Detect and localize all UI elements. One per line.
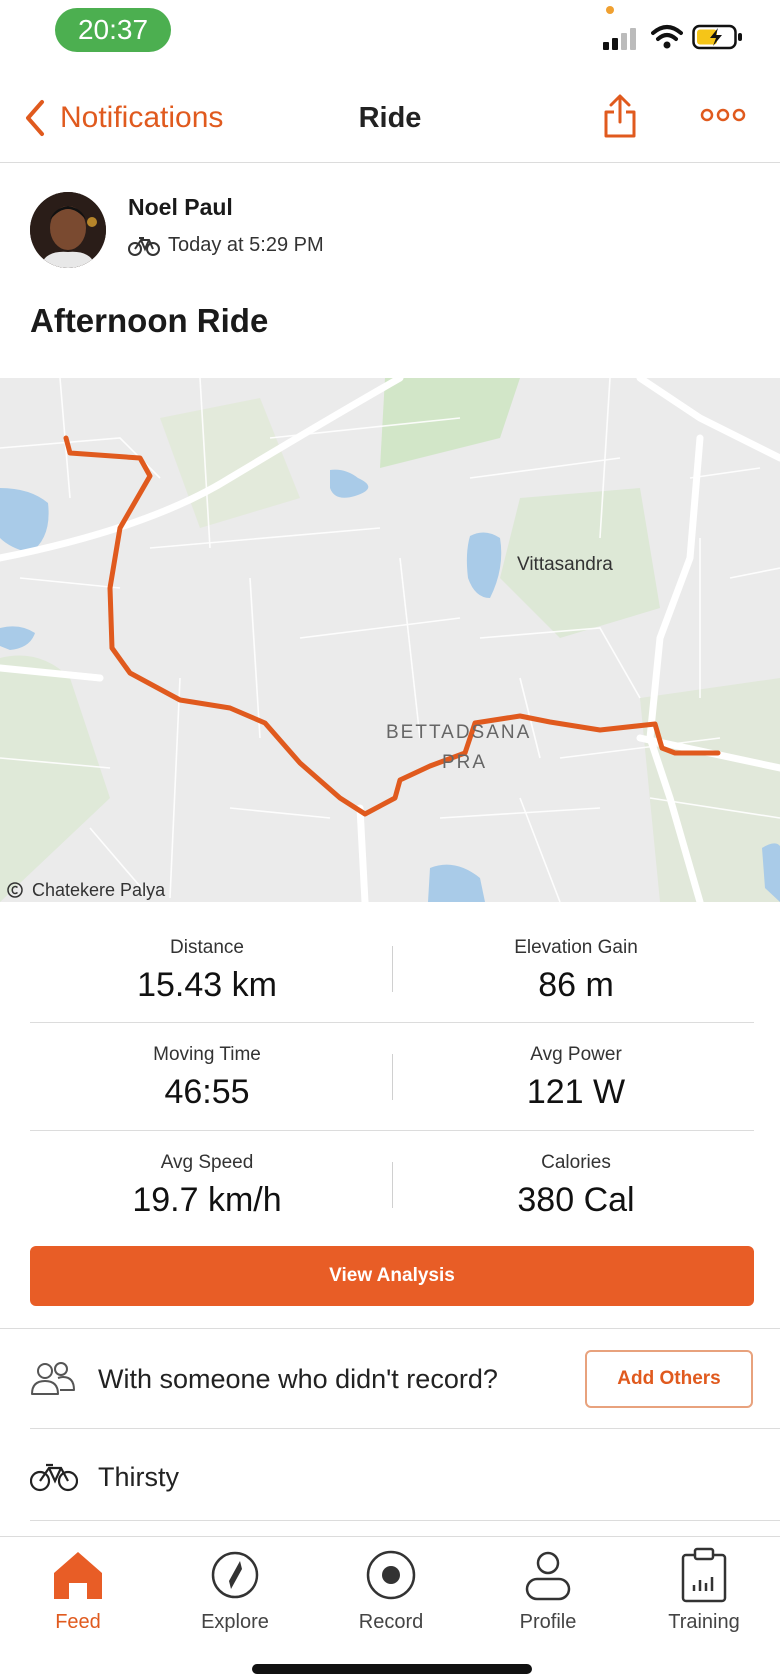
stat-divider (392, 1162, 393, 1208)
stat-label-distance: Distance (170, 937, 244, 958)
profile-icon (525, 1551, 571, 1601)
tab-label-training: Training (668, 1611, 740, 1633)
stat-divider (392, 1054, 393, 1100)
stat-label-calories: Calories (541, 1152, 611, 1173)
stat-value-distance: 15.43 km (137, 966, 277, 1004)
share-icon[interactable] (603, 94, 637, 138)
tab-training[interactable]: Training (626, 1537, 780, 1647)
stat-label-elevation: Elevation Gain (514, 937, 638, 958)
training-icon (681, 1547, 727, 1603)
map-label-vittasandra: Vittasandra (517, 554, 613, 575)
section-divider (30, 1428, 780, 1429)
stat-label-avg-power: Avg Power (530, 1044, 622, 1065)
page-title: Ride (358, 102, 422, 134)
compass-icon (211, 1551, 259, 1599)
map-canvas (0, 378, 780, 902)
stat-value-avg-speed: 19.7 km/h (132, 1181, 282, 1219)
view-analysis-button[interactable]: View Analysis (30, 1246, 754, 1306)
tab-explore[interactable]: Explore (157, 1537, 313, 1647)
tab-bar: Feed Explore Record Profile Training (0, 1536, 780, 1677)
stat-label-moving-time: Moving Time (153, 1044, 261, 1065)
privacy-indicator (606, 6, 614, 14)
athlete-name[interactable]: Noel Paul (128, 194, 233, 221)
section-divider (0, 1328, 780, 1329)
with-someone-text: With someone who didn't record? (98, 1364, 498, 1394)
activity-date: Today at 5:29 PM (128, 234, 324, 257)
tab-feed[interactable]: Feed (0, 1537, 156, 1647)
tab-record[interactable]: Record (313, 1537, 469, 1647)
stat-row-divider (30, 1130, 754, 1131)
more-options-icon[interactable] (700, 108, 746, 122)
home-icon (54, 1552, 102, 1599)
map-label-chatekere: Chatekere Palya (32, 880, 166, 900)
avatar[interactable] (30, 192, 106, 268)
home-indicator[interactable] (252, 1664, 532, 1674)
tab-profile[interactable]: Profile (470, 1537, 626, 1647)
activity-title: Afternoon Ride (30, 302, 269, 339)
stat-row-divider (30, 1022, 754, 1023)
stat-value-avg-power: 121 W (526, 1073, 626, 1111)
stat-divider (392, 946, 393, 992)
tab-label-record: Record (358, 1611, 424, 1633)
add-others-button[interactable]: Add Others (585, 1350, 753, 1408)
stat-label-avg-speed: Avg Speed (160, 1152, 254, 1173)
status-time: 20:37 (55, 8, 171, 52)
tab-label-explore: Explore (201, 1611, 269, 1633)
section-divider (30, 1520, 780, 1521)
record-icon (366, 1550, 416, 1600)
map-label-bettadasanapura-1: BETTAD​SANA (386, 722, 532, 743)
bike-icon (128, 236, 160, 256)
battery-icon (692, 24, 742, 50)
stat-value-elevation: 86 m (538, 966, 614, 1004)
copyright-icon[interactable] (6, 881, 24, 899)
tab-label-feed: Feed (55, 1611, 101, 1633)
map-label-bettadasanapura-2: P​RA (442, 752, 488, 773)
wifi-icon (651, 25, 683, 49)
route-map[interactable]: Vittasandra BETTAD​SANA P​RA Chatekere P… (0, 378, 780, 902)
signal-icon (603, 28, 636, 50)
navigation-bar: Notifications Ride (0, 70, 780, 163)
bike-icon (30, 1463, 78, 1492)
group-icon (31, 1362, 75, 1395)
tab-label-profile: Profile (519, 1611, 577, 1633)
stat-value-moving-time: 46:55 (164, 1073, 250, 1111)
bike-name[interactable]: Thirsty (98, 1462, 179, 1493)
activity-date-text: Today at 5:29 PM (168, 234, 324, 256)
stat-value-calories: 380 Cal (517, 1181, 635, 1219)
